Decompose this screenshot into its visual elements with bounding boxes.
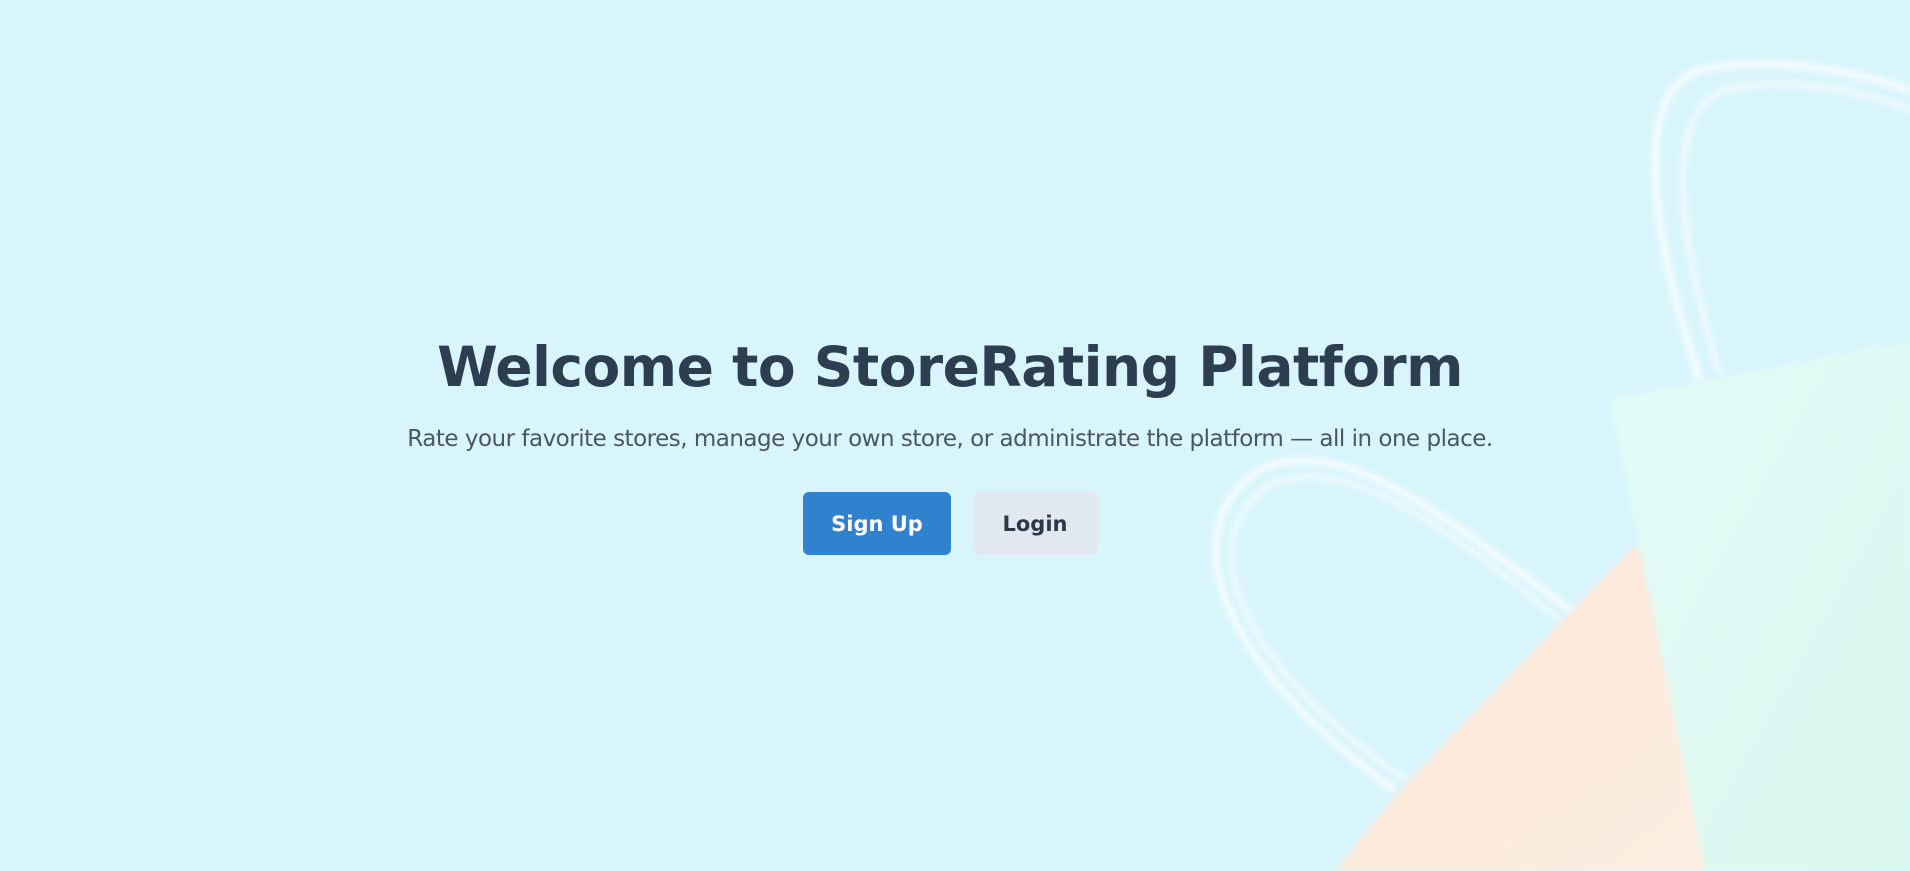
sign-up-button[interactable]: Sign Up	[803, 492, 951, 555]
hero-title: Welcome to StoreRating Platform	[437, 335, 1463, 399]
landing-page: Welcome to StoreRating Platform Rate you…	[0, 0, 1910, 871]
hero-subtitle: Rate your favorite stores, manage your o…	[407, 426, 1493, 452]
login-button[interactable]: Login	[973, 492, 1097, 555]
hero-actions: Sign Up Login	[0, 492, 1900, 555]
hero-section: Welcome to StoreRating Platform Rate you…	[0, 322, 1900, 555]
